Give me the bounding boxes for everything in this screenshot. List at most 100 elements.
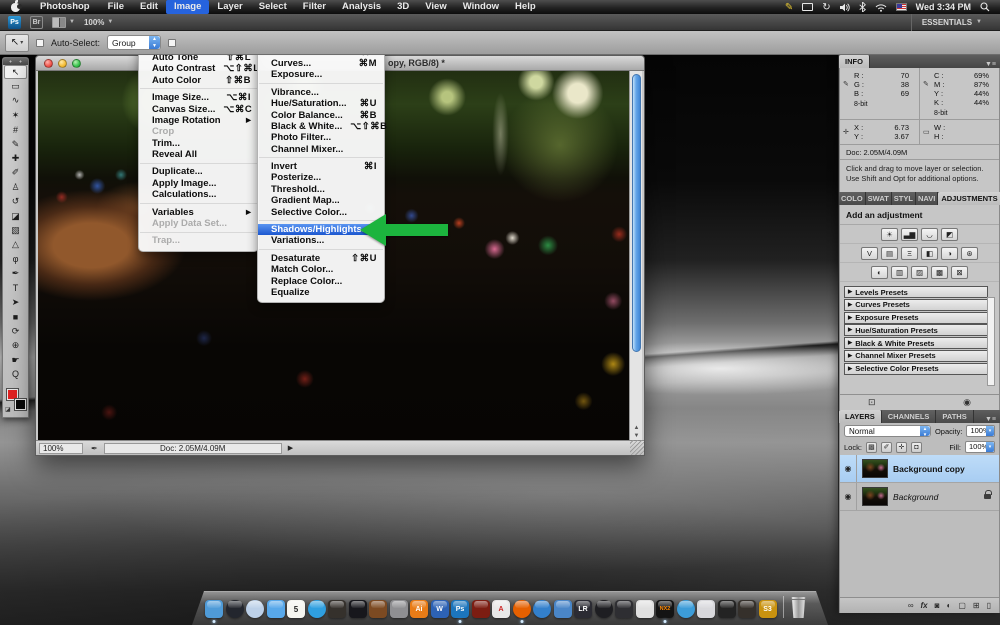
lock-move-icon[interactable]: ✛ [896,442,907,453]
menu-item-equalize[interactable]: Equalize [258,287,384,298]
menu-item-variables[interactable]: Variables▶ [139,206,258,217]
tab-paths[interactable]: PATHS [936,410,973,423]
menu-item-auto-contrast[interactable]: Auto Contrast⌥⇧⌘L [139,63,258,74]
dock-camera-red-app[interactable] [738,600,756,618]
threshold-icon[interactable]: ▨ [911,266,928,279]
tools-panel-grip[interactable] [3,58,28,65]
gradient-tool[interactable]: ▧ [3,223,28,237]
status-options-arrow[interactable]: ▶ [288,444,293,452]
link-layers-icon[interactable]: ∞ [908,601,914,610]
menu-item-image-size[interactable]: Image Size...⌥⌘I [139,92,258,103]
zoom-tool[interactable]: Q [3,367,28,381]
dock-ical[interactable]: 5 [287,600,305,618]
menu-item-calculations[interactable]: Calculations... [139,189,258,200]
menu-item-black-white[interactable]: Black & White...⌥⇧⌘B [258,121,384,132]
menu-item-image-rotation[interactable]: Image Rotation▶ [139,115,258,126]
lock-paint-icon[interactable]: ✐ [881,442,892,453]
menu-item-invert[interactable]: Invert⌘I [258,161,384,172]
pen-tool[interactable]: ✒ [3,266,28,280]
vertical-scrollbar-thumb[interactable] [632,74,641,352]
channel-mixer-icon[interactable]: ⊛ [961,247,978,260]
menu-item-posterize[interactable]: Posterize... [258,172,384,183]
menu-item-desaturate[interactable]: Desaturate⇧⌘U [258,253,384,264]
hand-tool[interactable]: ☛ [3,353,28,367]
current-tool-chip[interactable]: ↖▾ [5,34,29,52]
menu-item-duplicate[interactable]: Duplicate... [139,166,258,177]
input-menu-icon[interactable]: ✎ [785,2,793,13]
dock-photo-booth[interactable] [328,600,346,618]
dock-ichat[interactable] [267,600,285,618]
tab-layers[interactable]: LAYERS [839,410,882,423]
zoom-button[interactable] [72,59,81,68]
type-tool[interactable]: T [3,281,28,295]
clip-to-layer-icon[interactable]: ◉ [963,397,971,408]
layer-name[interactable]: Background copy [893,464,965,474]
dock-photoshop[interactable]: Ps [451,600,469,618]
displays-menu-icon[interactable] [802,3,813,11]
dock-illustrator[interactable]: Ai [410,600,428,618]
auto-select-mode-dropdown[interactable]: Group▲▼ [107,35,161,50]
layer-name[interactable]: Background [893,492,938,502]
menu-item-vibrance[interactable]: Vibrance... [258,87,384,98]
photo-filter-icon[interactable]: ◑ [941,247,958,260]
visibility-eye-icon[interactable]: ◉ [840,483,857,510]
close-button[interactable] [44,59,53,68]
menu-item-threshold[interactable]: Threshold... [258,184,384,195]
menu-item-match-color[interactable]: Match Color... [258,264,384,275]
menu-item-apply-image[interactable]: Apply Image... [139,178,258,189]
show-transform-controls-checkbox[interactable] [168,39,176,47]
menu-item-replace-color[interactable]: Replace Color... [258,275,384,286]
dock-mosaic-app[interactable] [636,600,654,618]
menubar-item-image[interactable]: Image [166,0,209,14]
dock-firefox[interactable] [513,600,531,618]
menu-item-channel-mixer[interactable]: Channel Mixer... [258,144,384,155]
preset-curves[interactable]: ▶Curves Presets [844,299,988,311]
dock-finder[interactable] [205,600,223,618]
gradient-map-icon[interactable]: ▩ [931,266,948,279]
menubar-item-view[interactable]: View [417,0,454,14]
layer-row-background[interactable]: ◉ Background [840,483,999,511]
new-adjustment-icon[interactable]: ◐ [946,601,951,610]
tab-navigator[interactable]: NAVI [916,192,938,205]
auto-select-checkbox[interactable] [36,39,44,47]
curves-icon[interactable]: ◡ [921,228,938,241]
lock-all-icon[interactable]: ◘ [911,442,922,453]
lasso-tool[interactable]: ∿ [3,94,28,108]
bluetooth-menu-icon[interactable] [859,2,866,12]
preset-levels[interactable]: ▶Levels Presets [844,286,988,298]
posterize-icon[interactable]: ▥ [891,266,908,279]
color-balance-icon[interactable]: Ξ [901,247,918,260]
selective-color-icon[interactable]: ⊠ [951,266,968,279]
eraser-tool[interactable]: ◪ [3,209,28,223]
brush-tool[interactable]: ✐ [3,166,28,180]
arrange-documents-button[interactable]: ▼ [52,17,75,28]
tab-adjustments[interactable]: ADJUSTMENTS [938,192,1000,205]
menubar-item-file[interactable]: File [100,0,132,14]
preset-exposure[interactable]: ▶Exposure Presets [844,312,988,324]
dodge-tool[interactable]: φ [3,252,28,266]
dock-red-book-app[interactable] [472,600,490,618]
dock-garageband[interactable] [369,600,387,618]
tab-channels[interactable]: CHANNELS [882,410,937,423]
visibility-eye-icon[interactable]: ◉ [840,455,857,482]
menu-item-auto-color[interactable]: Auto Color⇧⌘B [139,75,258,86]
vertical-scrollbar[interactable]: ▲▼ [629,71,642,442]
eyedropper-tool[interactable]: ✎ [3,137,28,151]
new-layer-icon[interactable]: ⊞ [973,601,980,610]
menu-item-canvas-size[interactable]: Canvas Size...⌥⌘C [139,103,258,114]
dock-idvd[interactable] [349,600,367,618]
menubar-item-3d[interactable]: 3D [389,0,417,14]
blur-tool[interactable]: △ [3,238,28,252]
menu-item-curves[interactable]: Curves...⌘M [258,58,384,69]
layer-thumbnail[interactable] [862,487,888,506]
menu-item-gradient-map[interactable]: Gradient Map... [258,195,384,206]
blend-mode-dropdown[interactable]: Normal▲▼ [844,425,931,437]
black-white-icon[interactable]: ◧ [921,247,938,260]
crop-tool[interactable]: # [3,123,28,137]
levels-icon[interactable]: ▃▆ [901,228,918,241]
dock-lightroom[interactable]: LR [574,600,592,618]
scrollbar-arrows[interactable]: ▲▼ [630,424,643,440]
preset-selective-color[interactable]: ▶Selective Color Presets [844,363,988,375]
spotlight-icon[interactable] [980,2,990,12]
status-zoom-field[interactable]: 100% [39,443,83,454]
